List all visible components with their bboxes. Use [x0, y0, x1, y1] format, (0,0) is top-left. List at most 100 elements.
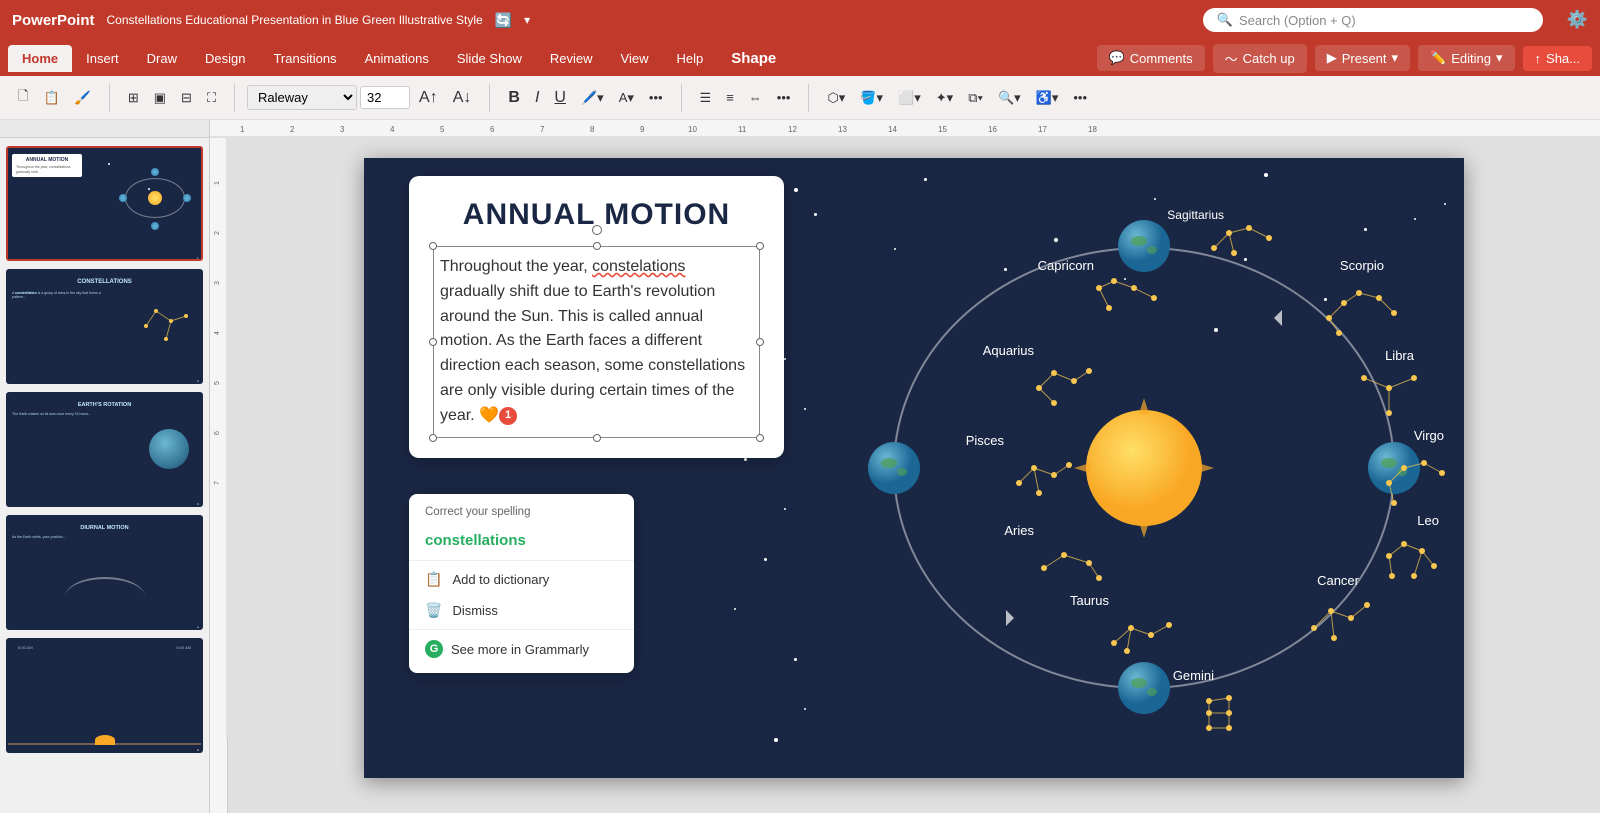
ribbon-right-buttons: 💬 Comments 〜 Catch up ▶ Present ▾ ✏️ Edi…	[1097, 44, 1592, 73]
share-button[interactable]: ↑ Sha...	[1523, 46, 1592, 71]
more-format-btn[interactable]: •••	[771, 86, 797, 109]
tab-insert[interactable]: Insert	[72, 45, 133, 72]
fill-btn[interactable]: 🪣▾	[854, 86, 889, 110]
present-button[interactable]: ▶ Present ▾	[1315, 45, 1410, 71]
svg-text:2: 2	[290, 125, 295, 134]
slide-1-thumbnail[interactable]: ANNUAL MOTION Throughout the year, const…	[6, 146, 203, 261]
svg-text:13: 13	[838, 125, 847, 134]
tab-design[interactable]: Design	[191, 45, 259, 72]
section-btn[interactable]: ⊟	[175, 86, 198, 110]
grammarly-action[interactable]: G See more in Grammarly	[409, 633, 634, 665]
search-box[interactable]: 🔍 Search (Option + Q)	[1203, 8, 1543, 32]
slide-2-thumbnail[interactable]: CONSTELLATIONS A constellation is a grou…	[6, 269, 203, 384]
text-card[interactable]: ANNUAL MOTION	[409, 176, 784, 458]
more-right-btn[interactable]: •••	[1067, 86, 1093, 109]
highlight-btn[interactable]: 🖊️▾	[575, 86, 610, 110]
slide-3-thumbnail[interactable]: EARTH'S ROTATION The Earth rotates on it…	[6, 392, 203, 507]
slide-text: Throughout the year, constelations gradu…	[440, 255, 753, 429]
comments-button[interactable]: 💬 Comments	[1097, 45, 1205, 71]
italic-btn[interactable]: I	[529, 85, 545, 111]
slides-btn[interactable]: ▣	[148, 86, 172, 110]
bold-btn[interactable]: B	[502, 85, 526, 111]
numbering-btn[interactable]: ≡	[720, 86, 740, 109]
tab-view[interactable]: View	[607, 45, 663, 72]
arrange-btn[interactable]: ⧉▾	[962, 86, 989, 110]
aries-label: Aries	[1004, 523, 1034, 538]
fullscreen-btn[interactable]: ⛶	[201, 86, 222, 110]
pisces-stars	[1014, 453, 1084, 508]
bullets-btn[interactable]: ☰	[694, 86, 718, 110]
sagittarius-stars	[1204, 218, 1284, 278]
new-button[interactable]: 🗋	[12, 83, 34, 113]
tab-home[interactable]: Home	[8, 45, 72, 72]
settings-icon[interactable]: ⚙️	[1567, 10, 1588, 30]
svg-text:7: 7	[214, 481, 221, 485]
doc-title: Constellations Educational Presentation …	[107, 13, 483, 27]
comment-icon: 💬	[1109, 50, 1125, 66]
canvas-scroll[interactable]: Sagittarius Capricorn	[228, 138, 1600, 813]
tab-review[interactable]: Review	[536, 45, 607, 72]
catch-up-button[interactable]: 〜 Catch up	[1213, 44, 1307, 73]
underline-btn[interactable]: U	[548, 85, 572, 111]
accessibility-btn[interactable]: ♿▾	[1030, 86, 1065, 110]
grammarly-icon: G	[425, 640, 443, 658]
tab-animations[interactable]: Animations	[351, 45, 443, 72]
leo-label: Leo	[1417, 513, 1439, 528]
spell-popup: Correct your spelling constellations 📋 A…	[409, 494, 634, 673]
rotation-handle[interactable]	[592, 225, 602, 235]
font-color-btn[interactable]: A▾	[613, 86, 640, 110]
zoom-btn[interactable]: 🔍▾	[992, 86, 1027, 110]
paste-button[interactable]: 📋	[37, 86, 65, 110]
ruler-vertical: 1 2 3 4 5 6 7	[210, 138, 228, 813]
text-selection-box[interactable]: Throughout the year, constelations gradu…	[433, 246, 760, 438]
pisces-label: Pisces	[966, 433, 1004, 448]
align-btn[interactable]: ⇔	[743, 86, 768, 109]
font-size-input[interactable]	[360, 86, 410, 109]
layout-btn[interactable]: ⊞	[122, 86, 145, 110]
brush-button[interactable]: 🖌️	[69, 86, 97, 110]
toolbar-list-group: ☰ ≡ ⇔ •••	[690, 86, 801, 110]
svg-text:17: 17	[1038, 125, 1047, 134]
slide-panel: ANNUAL MOTION Throughout the year, const…	[0, 138, 210, 813]
scorpio-stars	[1324, 278, 1404, 343]
more-btn[interactable]: •••	[643, 86, 669, 109]
svg-text:6: 6	[490, 125, 495, 134]
toolbar-sep-3	[489, 84, 490, 112]
font-increase-btn[interactable]: A↑	[413, 85, 444, 111]
title-dropdown-icon[interactable]: ▾	[524, 13, 530, 27]
spell-divider-2	[409, 629, 634, 630]
taurus-stars	[1109, 613, 1184, 668]
v-ruler-svg: 1 2 3 4 5 6 7	[210, 138, 228, 738]
present-dropdown[interactable]: ▾	[1392, 50, 1399, 66]
spell-suggestion[interactable]: constellations	[409, 524, 634, 557]
slide-5-thumbnail[interactable]: 5 6:00 AM 6:00 AM	[6, 638, 203, 753]
search-icon: 🔍	[1217, 12, 1233, 28]
svg-text:16: 16	[988, 125, 997, 134]
tab-draw[interactable]: Draw	[133, 45, 191, 72]
font-name-select[interactable]: Raleway	[247, 85, 357, 110]
slide-4-thumbnail[interactable]: DIURNAL MOTION As the Earth orbits, your…	[6, 515, 203, 630]
tab-transitions[interactable]: Transitions	[259, 45, 350, 72]
spell-header: Correct your spelling	[409, 502, 634, 524]
misspelled-word: constelations	[592, 258, 685, 275]
toolbar-shape-group: ⬡▾ 🪣▾ ⬜▾ ✦▾ ⧉▾ 🔍▾ ♿▾ •••	[817, 86, 1097, 110]
font-decrease-btn[interactable]: A↓	[447, 85, 478, 111]
ruler-area: 123 456 789 101112 131415 161718	[0, 120, 1600, 138]
tab-slideshow[interactable]: Slide Show	[443, 45, 536, 72]
gemini-stars	[1204, 693, 1279, 748]
tab-shape[interactable]: Shape	[717, 44, 790, 73]
editing-dropdown[interactable]: ▾	[1496, 50, 1503, 66]
tab-help[interactable]: Help	[663, 45, 718, 72]
border-btn[interactable]: ⬜▾	[892, 86, 927, 110]
editing-button[interactable]: ✏️ Editing ▾	[1418, 45, 1514, 71]
sync-icon[interactable]: 🔄	[495, 12, 512, 29]
svg-text:8: 8	[590, 125, 595, 134]
dismiss-action[interactable]: 🗑️ Dismiss	[409, 595, 634, 626]
svg-text:1: 1	[240, 125, 245, 134]
add-to-dictionary-action[interactable]: 📋 Add to dictionary	[409, 564, 634, 595]
svg-text:14: 14	[888, 125, 897, 134]
effects-btn[interactable]: ✦▾	[930, 86, 959, 110]
slide-canvas[interactable]: Sagittarius Capricorn	[364, 158, 1464, 778]
svg-text:10: 10	[688, 125, 697, 134]
shape-btn[interactable]: ⬡▾	[821, 86, 851, 110]
